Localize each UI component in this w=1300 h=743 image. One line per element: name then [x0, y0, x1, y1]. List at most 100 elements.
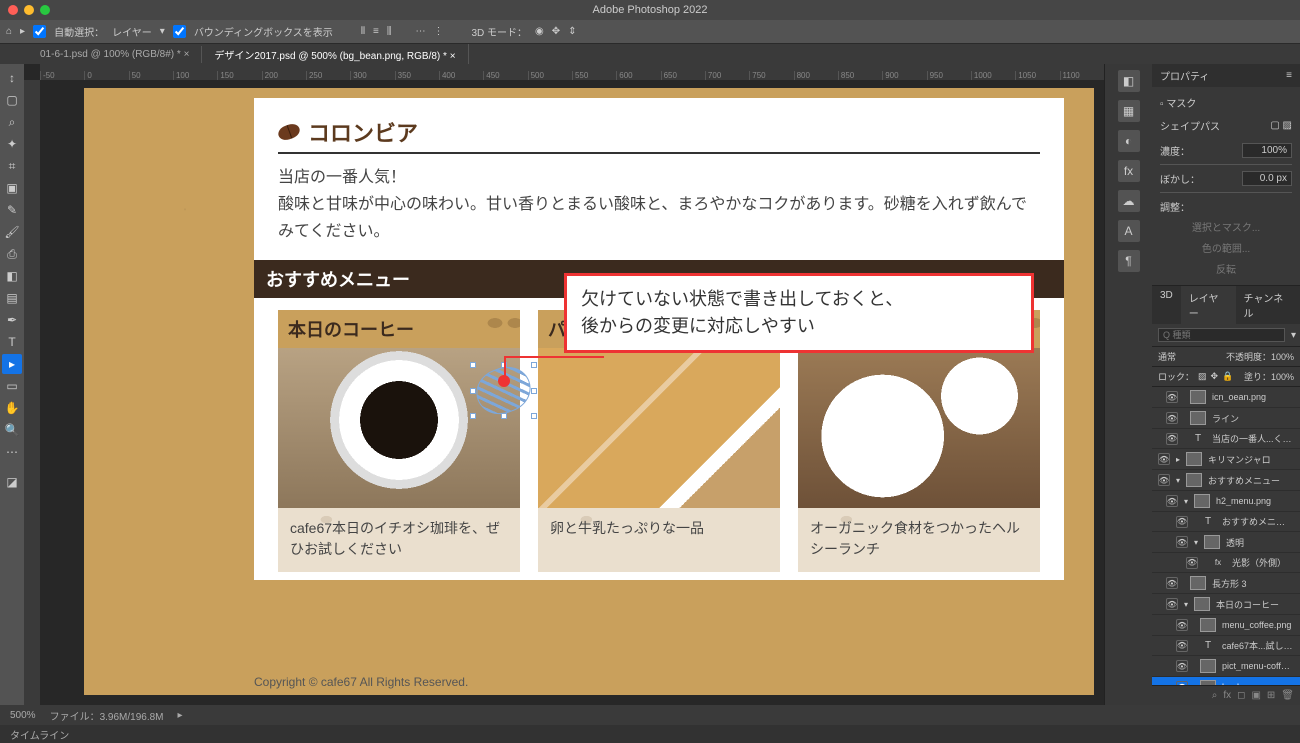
blend-mode-select[interactable]: 通常 [1158, 350, 1176, 363]
orbit-icon[interactable]: ◉ [535, 26, 544, 37]
dropdown-icon[interactable]: ▾ [160, 26, 165, 37]
tab-channels[interactable]: チャンネル [1236, 286, 1300, 324]
eraser-tool[interactable]: ◧ [2, 266, 22, 286]
layer-fx-icon[interactable]: fx [1223, 690, 1231, 701]
visibility-toggle-icon[interactable]: 👁 [1166, 412, 1178, 424]
layer-row[interactable]: 👁 T cafe67本...試しください [1152, 636, 1300, 656]
home-icon[interactable]: ⌂ [6, 26, 12, 37]
close-icon[interactable] [8, 5, 18, 15]
handle-bl[interactable] [470, 413, 476, 419]
layer-row[interactable]: 👁 ▾ h2_menu.png [1152, 491, 1300, 512]
visibility-toggle-icon[interactable]: 👁 [1166, 391, 1178, 403]
maximize-icon[interactable] [40, 5, 50, 15]
visibility-toggle-icon[interactable]: 👁 [1166, 495, 1178, 507]
minimize-icon[interactable] [24, 5, 34, 15]
lock-all-icon[interactable]: 🔒 [1222, 371, 1233, 382]
hand-tool[interactable]: ✋ [2, 398, 22, 418]
layer-row[interactable]: 👁 長方形 3 [1152, 573, 1300, 594]
gradient-tool[interactable]: ▤ [2, 288, 22, 308]
layer-row[interactable]: 👁 pict_menu-coffee.jpg-8 [1152, 656, 1300, 677]
panel-menu-icon[interactable]: ≡ [1286, 70, 1292, 81]
layer-row[interactable]: 👁 fx 光影（外側） [1152, 553, 1300, 573]
close-icon[interactable]: × [184, 49, 190, 60]
lock-position-icon[interactable]: ✥ [1211, 371, 1219, 382]
character-panel-icon[interactable]: A [1118, 220, 1140, 242]
wand-tool[interactable]: ✦ [2, 134, 22, 154]
handle-ml[interactable] [470, 388, 476, 394]
filter-icon[interactable]: ▾ [1291, 330, 1296, 341]
brush-tool[interactable]: 🖌 [2, 222, 22, 242]
tab-3d[interactable]: 3D [1152, 286, 1181, 324]
layer-row[interactable]: 👁 bg_bean.png [1152, 677, 1300, 685]
move-tool-icon[interactable]: ▸ [20, 26, 25, 37]
visibility-toggle-icon[interactable]: 👁 [1166, 598, 1178, 610]
layer-row[interactable]: 👁 menu_coffee.png [1152, 615, 1300, 636]
select-mask-button[interactable]: 選択とマスク... [1160, 216, 1292, 237]
canvas-area[interactable]: -500501001502002503003504004505005506006… [24, 64, 1104, 705]
layer-row[interactable]: 👁 ▾ 本日のコーヒー [1152, 594, 1300, 615]
swatches-panel-icon[interactable]: ▦ [1118, 100, 1140, 122]
distribute-icon-2[interactable]: ⋮ [433, 26, 443, 37]
close-icon[interactable]: × [450, 51, 456, 62]
visibility-toggle-icon[interactable]: 👁 [1176, 516, 1188, 528]
color-range-button[interactable]: 色の範囲... [1160, 237, 1292, 258]
path-select-tool[interactable]: ▸ [2, 354, 22, 374]
chevron-right-icon[interactable]: ▸ [178, 710, 183, 721]
pan-icon[interactable]: ✥ [552, 26, 560, 37]
handle-br[interactable] [531, 413, 537, 419]
handle-mr[interactable] [531, 388, 537, 394]
auto-select-checkbox[interactable] [33, 25, 46, 38]
handle-bc[interactable] [501, 413, 507, 419]
align-icon-1[interactable]: ⫴ [361, 26, 365, 37]
paragraph-panel-icon[interactable]: ¶ [1118, 250, 1140, 272]
layer-row[interactable]: 👁 ▾ おすすめメニュー [1152, 470, 1300, 491]
properties-panel-tab[interactable]: プロパティ ≡ [1152, 64, 1300, 87]
marquee-tool[interactable]: ▢ [2, 90, 22, 110]
timeline-tab[interactable]: タイムライン [0, 725, 1300, 743]
visibility-toggle-icon[interactable]: 👁 [1176, 660, 1188, 672]
link-layers-icon[interactable]: ⌕ [1212, 690, 1218, 701]
libraries-panel-icon[interactable]: ☁ [1118, 190, 1140, 212]
visibility-toggle-icon[interactable]: 👁 [1176, 536, 1188, 548]
auto-select-target[interactable]: レイヤー [112, 24, 152, 39]
zoom-tool[interactable]: 🔍 [2, 420, 22, 440]
layer-mask-icon[interactable]: ◻ [1237, 690, 1245, 701]
layers-list[interactable]: 👁 icn_oean.png 👁 ライン 👁 T 当店の一番人...ください。 … [1152, 387, 1300, 685]
visibility-toggle-icon[interactable]: 👁 [1176, 640, 1188, 652]
visibility-toggle-icon[interactable]: 👁 [1158, 474, 1170, 486]
pen-tool[interactable]: ✒ [2, 310, 22, 330]
move-tool[interactable]: ↕ [2, 68, 22, 88]
layer-search-input[interactable] [1158, 328, 1285, 342]
align-icon-2[interactable]: ≡ [373, 26, 379, 37]
styles-panel-icon[interactable]: fx [1118, 160, 1140, 182]
layer-row[interactable]: 👁 T おすすめメニュー … [1152, 512, 1300, 532]
visibility-toggle-icon[interactable]: 👁 [1176, 619, 1188, 631]
density-value[interactable]: 100% [1242, 143, 1292, 158]
opacity-value[interactable]: 100% [1271, 352, 1294, 362]
layer-row[interactable]: 👁 T 当店の一番人...ください。 [1152, 429, 1300, 449]
new-layer-icon[interactable]: ⊞ [1267, 690, 1275, 701]
zoom-level[interactable]: 500% [10, 710, 36, 721]
document-tab[interactable]: 01-6-1.psd @ 100% (RGB/8#) * × [28, 46, 202, 63]
document-tab-active[interactable]: デザイン2017.psd @ 500% (bg_bean.png, RGB/8)… [202, 44, 468, 65]
bbox-checkbox[interactable] [173, 25, 186, 38]
lock-pixels-icon[interactable]: ▨ [1198, 371, 1207, 382]
color-panel-icon[interactable]: ◧ [1118, 70, 1140, 92]
layer-row[interactable]: 👁 icn_oean.png [1152, 387, 1300, 408]
foreground-background-colors[interactable]: ◪ [2, 472, 22, 492]
layer-row[interactable]: 👁 ▾ 透明 [1152, 532, 1300, 553]
feather-value[interactable]: 0.0 px [1242, 171, 1292, 186]
eyedropper-tool[interactable]: ✎ [2, 200, 22, 220]
mask-thumb-icon[interactable]: ▢ ▨ [1270, 120, 1292, 131]
new-group-icon[interactable]: ▣ [1251, 690, 1260, 701]
tab-layers[interactable]: レイヤー [1181, 286, 1236, 324]
lasso-tool[interactable]: ⌕ [2, 112, 22, 132]
handle-tr[interactable] [531, 362, 537, 368]
type-tool[interactable]: T [2, 332, 22, 352]
visibility-toggle-icon[interactable]: 👁 [1166, 577, 1178, 589]
adjustments-panel-icon[interactable]: ◐ [1118, 130, 1140, 152]
edit-toolbar[interactable]: ⋯ [2, 442, 22, 462]
delete-layer-icon[interactable]: 🗑 [1281, 690, 1294, 701]
stamp-tool[interactable]: ⎙ [2, 244, 22, 264]
fill-value[interactable]: 100% [1271, 372, 1294, 382]
